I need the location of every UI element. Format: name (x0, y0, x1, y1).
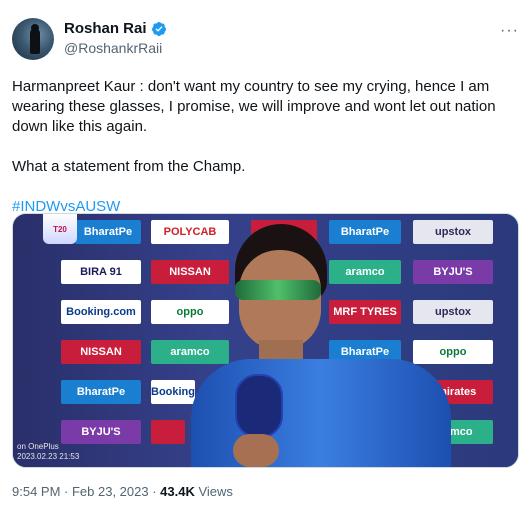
tweet-card: Roshan Rai @RoshankrRaii ··· Harmanpreet… (0, 0, 529, 508)
sponsor-label: oppo (413, 340, 493, 364)
sunglasses (235, 280, 321, 300)
sponsor-label: oppo (151, 300, 229, 324)
author-name-row[interactable]: Roshan Rai (64, 20, 167, 37)
sponsor-label: NISSAN (151, 260, 229, 284)
sponsor-banner (151, 420, 185, 444)
tweet-quote: Harmanpreet Kaur : don't want my country… (12, 78, 496, 135)
avatar-silhouette (30, 28, 40, 54)
sponsor-label: BharatPe (75, 220, 141, 244)
sponsor-backdrop: BharatPe POLYCAB BharatPe upstox BIRA 91… (13, 214, 518, 467)
sponsor-label: POLYCAB (151, 220, 229, 244)
view-count[interactable]: 43.4K (160, 484, 195, 499)
sponsor-label: Booking.com (61, 300, 141, 324)
sponsor-label: Booking (151, 380, 195, 404)
player-hand (233, 434, 279, 467)
author-handle[interactable]: @RoshankrRaii (64, 40, 162, 56)
sponsor-label: BharatPe (61, 380, 141, 404)
sponsor-label: MRF TYRES (329, 300, 401, 324)
sponsor-label: BYJU'S (413, 260, 493, 284)
author-name[interactable]: Roshan Rai (64, 20, 147, 37)
sponsor-label: upstox (413, 300, 493, 324)
sponsor-label: BYJU'S (61, 420, 141, 444)
sponsor-label: aramco (151, 340, 229, 364)
views-label: Views (194, 484, 233, 499)
tweet-meta: 9:54 PM · Feb 23, 2023 · 43.4K Views (12, 484, 233, 499)
camera-watermark: on OnePlus 2023.02.23 21:53 (17, 442, 79, 462)
sponsor-label: aramco (329, 260, 401, 284)
player-face (239, 250, 321, 350)
sponsor-label: BharatPe (329, 220, 401, 244)
tweet-timestamp[interactable]: 9:54 PM · Feb 23, 2023 · (12, 484, 160, 499)
more-options-icon[interactable]: ··· (500, 22, 519, 40)
sponsor-label: upstox (413, 220, 493, 244)
india-jersey (191, 359, 451, 467)
watermark-device: on OnePlus (17, 442, 59, 451)
verified-badge-icon (151, 21, 166, 36)
microphone-icon (235, 374, 283, 438)
tweet-media-image[interactable]: BharatPe POLYCAB BharatPe upstox BIRA 91… (12, 213, 519, 468)
tweet-text: Harmanpreet Kaur : don't want my country… (12, 77, 522, 217)
profile-avatar[interactable] (12, 18, 54, 60)
t20-world-cup-logo: T20 (43, 214, 77, 244)
sponsor-label: NISSAN (61, 340, 141, 364)
tweet-comment: What a statement from the Champ. (12, 158, 246, 175)
sponsor-label: BIRA 91 (61, 260, 141, 284)
watermark-timestamp: 2023.02.23 21:53 (17, 452, 80, 461)
